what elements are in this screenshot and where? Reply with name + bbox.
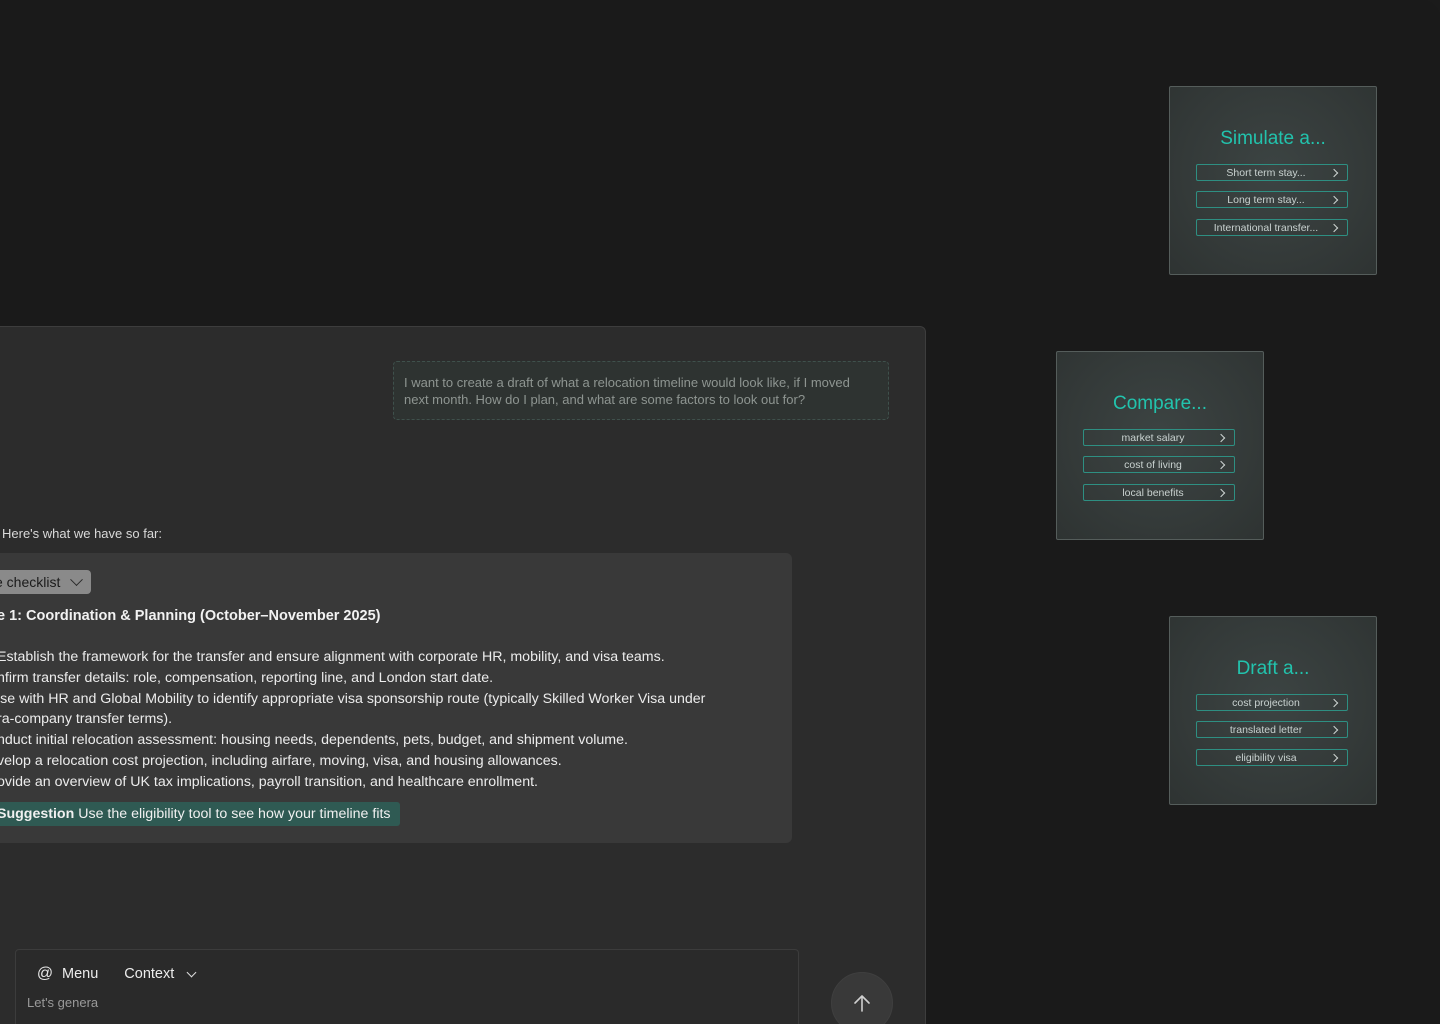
chevron-right-icon [1329, 698, 1339, 707]
option-label: International transfer... [1213, 221, 1319, 234]
phase-line: nfirm transfer details: role, compensati… [0, 669, 494, 686]
arrow-up-icon [854, 995, 870, 1012]
chevron-right-icon [1216, 433, 1226, 442]
composer-toolbar: @ Menu Context [36, 965, 197, 983]
chevron-right-icon [1329, 168, 1339, 177]
chevron-right-icon [1329, 195, 1339, 204]
simulate-option-long-term[interactable]: Long term stay... [1196, 191, 1348, 208]
compare-title: Compare... [1113, 393, 1207, 414]
checklist-dropdown[interactable]: e checklist [0, 570, 92, 594]
draft-option-cost-projection[interactable]: cost projection [1196, 694, 1348, 711]
simulate-option-international[interactable]: International transfer... [1196, 219, 1348, 236]
chevron-right-icon [1329, 753, 1339, 762]
context-label: Context [124, 966, 175, 982]
chevron-down-icon [70, 572, 84, 586]
send-button[interactable] [831, 972, 893, 1024]
simulate-title: Simulate a... [1220, 128, 1326, 149]
menu-button[interactable]: @ Menu [36, 965, 98, 983]
compare-card: Compare... market salary cost of living … [1056, 351, 1264, 540]
message-composer: @ Menu Context [15, 949, 799, 1024]
phase-title: e 1: Coordination & Planning (October–No… [0, 608, 381, 624]
option-label: local benefits [1122, 486, 1184, 499]
option-label: Short term stay... [1226, 166, 1306, 179]
option-label: cost of living [1124, 458, 1182, 471]
at-sign-icon: @ [36, 965, 54, 982]
phase-body: Establish the framework for the transfer… [0, 647, 777, 793]
chevron-right-icon [1329, 725, 1339, 734]
draft-option-eligibility-visa[interactable]: eligibility visa [1196, 749, 1348, 766]
phase-line: ovide an overview of UK tax implications… [0, 773, 538, 790]
draft-card: Draft a... cost projection translated le… [1169, 616, 1377, 805]
context-dropdown[interactable]: Context [124, 966, 197, 982]
phase-line: velop a relocation cost projection, incl… [0, 752, 562, 769]
chevron-right-icon [1216, 460, 1226, 469]
simulate-option-short-term[interactable]: Short term stay... [1196, 164, 1348, 181]
message-input[interactable] [27, 992, 767, 1012]
chevron-right-icon [1216, 488, 1226, 497]
option-label: translated letter [1229, 723, 1303, 736]
phase-line: nduct initial relocation assessment: hou… [0, 732, 628, 749]
menu-label: Menu [62, 966, 99, 982]
suggestion-text: Use the eligibility tool to see how your… [78, 806, 391, 822]
option-label: Long term stay... [1227, 193, 1305, 206]
compare-option-local-benefits[interactable]: local benefits [1083, 484, 1235, 501]
compare-option-cost-of-living[interactable]: cost of living [1083, 456, 1235, 473]
chat-panel: I want to create a draft of what a reloc… [0, 326, 926, 1024]
assistant-answer-card: e checklist e 1: Coordination & Planning… [0, 553, 792, 843]
option-label: eligibility visa [1235, 751, 1297, 764]
assistant-intro: Here's what we have so far: [2, 526, 162, 541]
phase-line: ra-company transfer terms). [0, 711, 173, 728]
simulate-card: Simulate a... Short term stay... Long te… [1169, 86, 1377, 275]
suggestion-chip[interactable]: Suggestion Use the eligibility tool to s… [0, 802, 400, 826]
chevron-down-icon [186, 967, 197, 978]
draft-option-translated-letter[interactable]: translated letter [1196, 721, 1348, 738]
phase-line: Establish the framework for the transfer… [0, 649, 665, 665]
option-label: cost projection [1232, 696, 1300, 709]
checklist-label: e checklist [0, 574, 61, 590]
phase-line: ise with HR and Global Mobility to ident… [0, 690, 706, 707]
suggestion-label: Suggestion [0, 806, 75, 822]
option-label: market salary [1121, 431, 1185, 444]
draft-title: Draft a... [1236, 658, 1310, 679]
chevron-right-icon [1329, 223, 1339, 232]
app-window: I want to create a draft of what a reloc… [0, 0, 1440, 1024]
user-message: I want to create a draft of what a reloc… [393, 361, 889, 420]
compare-option-market-salary[interactable]: market salary [1083, 429, 1235, 446]
